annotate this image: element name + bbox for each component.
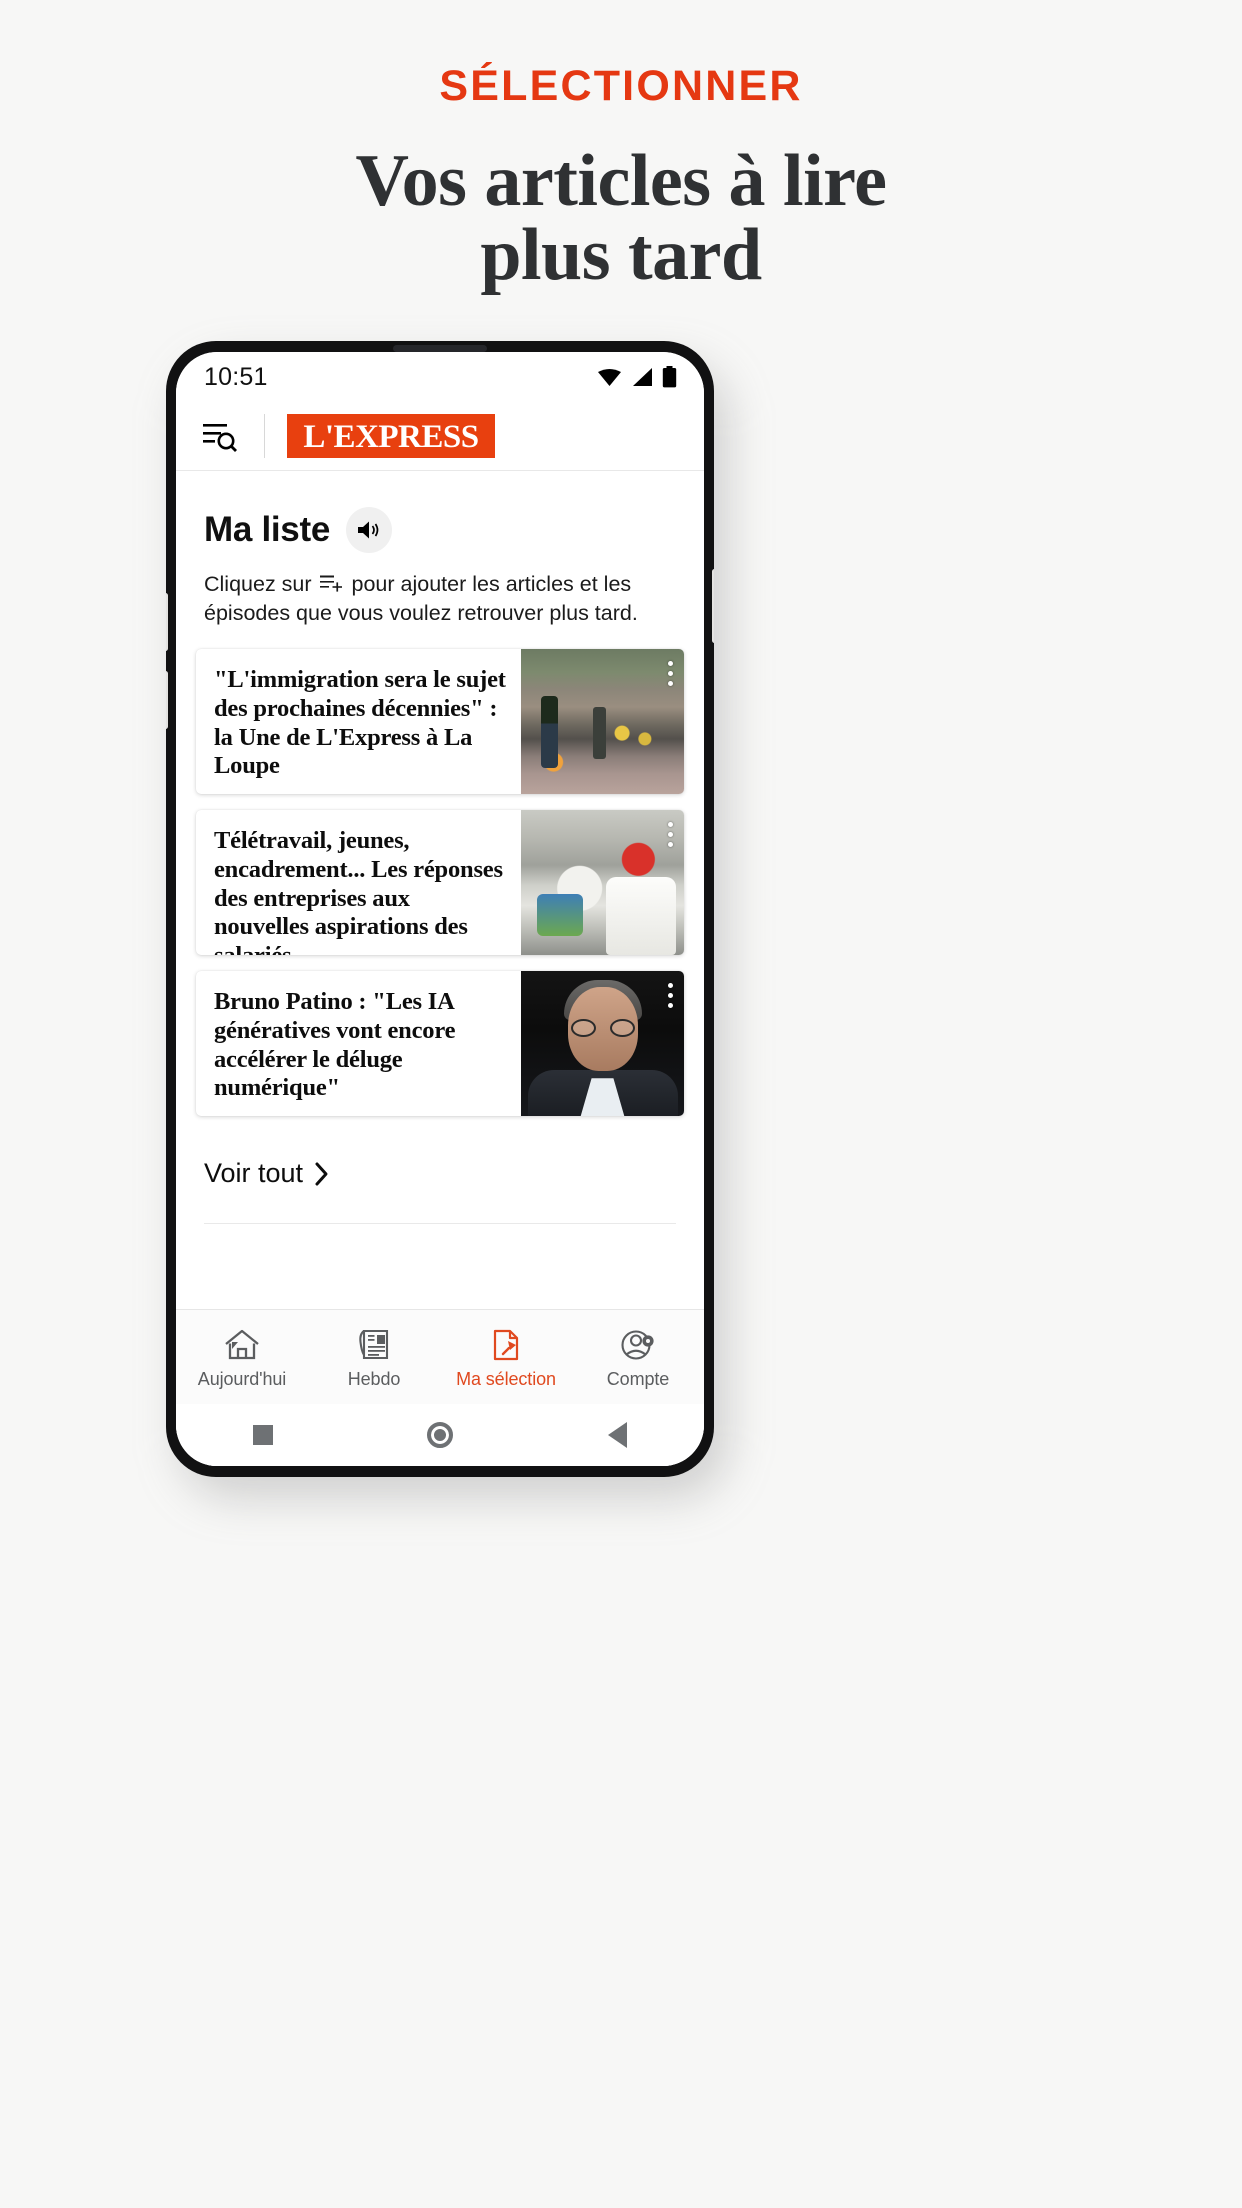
status-time: 10:51 <box>204 362 268 391</box>
article-thumbnail <box>521 649 684 795</box>
kebab-menu-icon[interactable] <box>668 983 673 1009</box>
home-circle-icon[interactable] <box>427 1422 454 1448</box>
phone-mockup: 10:51 L'EXPRESS Ma liste Cliquez sur pou… <box>166 341 728 1498</box>
content-divider <box>204 1223 676 1225</box>
volume-up-button[interactable] <box>166 593 168 651</box>
status-icons <box>597 366 677 388</box>
list-item[interactable]: Bruno Patino : "Les IA génératives vont … <box>196 971 684 1117</box>
menu-search-icon[interactable] <box>202 419 242 453</box>
wifi-icon <box>598 369 621 386</box>
add-to-list-icon <box>319 572 344 592</box>
chef-kitchen-photo <box>521 810 684 956</box>
tab-label: Aujourd'hui <box>197 1369 287 1389</box>
article-title: "L'immigration sera le sujet des prochai… <box>214 666 506 780</box>
page-title: Vos articles à lire plus tard <box>0 144 1242 292</box>
article-title: Télétravail, jeunes, encadrement... Les … <box>214 827 503 955</box>
recents-square-icon[interactable] <box>253 1425 274 1445</box>
tab-compte[interactable]: Compte <box>572 1310 704 1404</box>
phone-body: 10:51 L'EXPRESS Ma liste Cliquez sur pou… <box>166 341 714 1477</box>
phone-screen: 10:51 L'EXPRESS Ma liste Cliquez sur pou… <box>176 352 704 1466</box>
section-header: Ma liste <box>176 471 704 553</box>
newspaper-icon <box>359 1329 389 1360</box>
article-thumbnail <box>521 971 684 1117</box>
tab-hebdo[interactable]: Hebdo <box>308 1310 440 1404</box>
promo-title-line-2: plus tard <box>480 214 762 296</box>
section-title: Ma liste <box>204 510 330 549</box>
tab-label: Hebdo <box>347 1369 401 1389</box>
battery-icon <box>662 366 677 388</box>
header-divider <box>264 414 265 458</box>
street-scene-photo <box>521 649 684 795</box>
volume-down-button[interactable] <box>166 671 168 729</box>
tab-label: Ma sélection <box>456 1369 556 1389</box>
phone-speaker-notch <box>393 345 487 352</box>
list-item[interactable]: Télétravail, jeunes, encadrement... Les … <box>196 810 684 956</box>
android-nav-bar <box>176 1404 704 1466</box>
see-all-label: Voir tout <box>204 1158 304 1189</box>
tab-label: Compte <box>606 1369 670 1389</box>
chevron-right-icon <box>315 1162 328 1186</box>
kebab-menu-icon[interactable] <box>668 822 673 848</box>
article-thumbnail <box>521 810 684 956</box>
tab-ma-selection[interactable]: Ma sélection <box>440 1310 572 1404</box>
pinned-document-icon <box>493 1329 519 1361</box>
back-triangle-icon[interactable] <box>607 1422 627 1448</box>
power-button[interactable] <box>712 569 714 643</box>
section-description: Cliquez sur pour ajouter les articles et… <box>176 553 704 627</box>
list-item[interactable]: "L'immigration sera le sujet des prochai… <box>196 649 684 795</box>
article-list: "L'immigration sera le sujet des prochai… <box>176 627 704 1117</box>
see-all-button[interactable]: Voir tout <box>176 1132 704 1189</box>
account-settings-icon <box>621 1330 654 1360</box>
kebab-menu-icon[interactable] <box>668 661 673 687</box>
promo-kicker: SÉLECTIONNER <box>439 62 803 110</box>
portrait-bruno-patino-photo <box>521 971 684 1117</box>
logo-wordmark: L'EXPRESS <box>303 419 478 454</box>
bottom-tab-bar: Aujourd'hui Hebdo Ma sélection Compte <box>176 1309 704 1404</box>
description-text-before: Cliquez sur <box>204 572 312 596</box>
home-icon <box>225 1329 259 1360</box>
promo-title-line-1: Vos articles à lire <box>355 140 887 222</box>
speaker-icon[interactable] <box>345 507 392 553</box>
tab-aujourdhui[interactable]: Aujourd'hui <box>176 1310 308 1404</box>
promo-header: SÉLECTIONNER Vos articles à lire plus ta… <box>0 0 1242 292</box>
cellular-signal-icon <box>633 368 652 386</box>
lexpress-logo[interactable]: L'EXPRESS <box>287 414 495 458</box>
status-bar: 10:51 <box>176 352 704 402</box>
article-title: Bruno Patino : "Les IA génératives vont … <box>214 988 456 1102</box>
app-header: L'EXPRESS <box>176 402 704 471</box>
